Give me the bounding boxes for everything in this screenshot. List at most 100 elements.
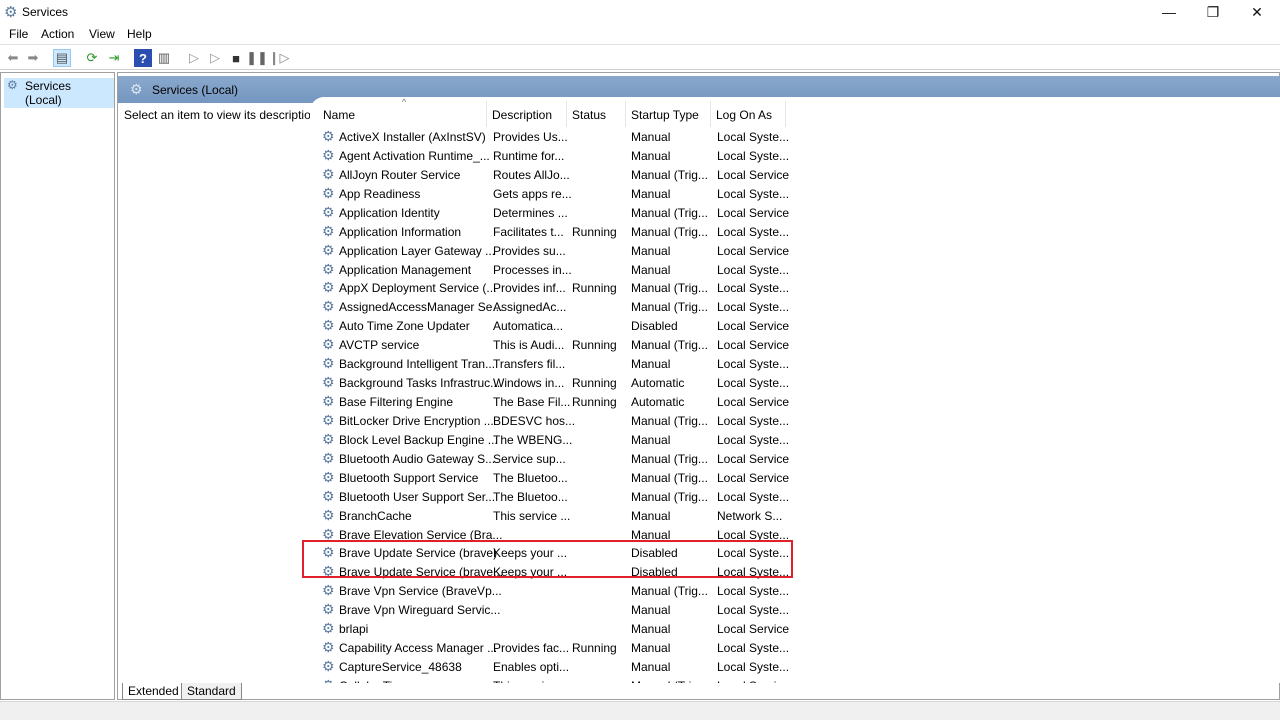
cell-description: Transfers fil... <box>493 357 566 372</box>
properties-icon[interactable]: ▥ <box>155 49 173 67</box>
gear-icon: ⚙ <box>130 81 143 97</box>
restart-icon[interactable]: ❙▷ <box>269 49 290 67</box>
column-header-description[interactable]: Description <box>487 101 567 127</box>
minimize-button[interactable]: — <box>1146 0 1192 24</box>
service-row[interactable]: ⚙ Bluetooth Support Service The Bluetoo...… <box>310 469 790 488</box>
service-row[interactable]: ⚙ Block Level Backup Engine ... The WBENG.… <box>310 431 790 450</box>
pause-icon[interactable]: ❚❚ <box>246 49 268 67</box>
service-gear-icon: ⚙ <box>322 658 335 675</box>
tab-standard[interactable]: Standard <box>181 683 242 700</box>
refresh-icon[interactable]: ⟳ <box>83 49 101 67</box>
cell-log-on-as: Local Service <box>717 451 790 466</box>
panel-title: Services (Local) <box>152 83 239 97</box>
service-row[interactable]: ⚙ AllJoyn Router Service Routes AllJo... Ma… <box>310 166 790 185</box>
cell-description: This is Audi... <box>493 338 565 353</box>
service-row[interactable]: ⚙ AppX Deployment Service (... Provides in… <box>310 279 790 298</box>
tab-extended[interactable]: Extended <box>122 683 185 700</box>
service-row[interactable]: ⚙ brlapi Manual Local Service <box>310 620 790 639</box>
column-header-log-on-as[interactable]: Log On As <box>711 101 786 127</box>
service-gear-icon: ⚙ <box>322 222 335 239</box>
menu-view[interactable]: View <box>89 27 115 41</box>
cell-description: Service sup... <box>493 451 566 466</box>
menu-help[interactable]: Help <box>127 27 152 41</box>
cell-log-on-as: Local Syste... <box>717 376 790 391</box>
service-gear-icon: ⚙ <box>322 639 335 656</box>
menu-action[interactable]: Action <box>41 27 74 41</box>
service-row[interactable]: ⚙ AssignedAccessManager Se... AssignedAc..… <box>310 298 790 317</box>
cell-name: Block Level Backup Engine ... <box>339 432 498 447</box>
stop-icon[interactable]: ■ <box>227 49 245 67</box>
start-alt-icon[interactable]: ▷ <box>206 49 224 67</box>
service-gear-icon: ⚙ <box>322 468 335 485</box>
cell-startup-type: Disabled <box>631 319 678 334</box>
cell-log-on-as: Local Service <box>717 243 790 258</box>
export-list-icon[interactable]: ⇥ <box>105 49 123 67</box>
restore-button[interactable]: ❐ <box>1190 0 1236 24</box>
service-row[interactable]: ⚙ Bluetooth User Support Ser... The Blueto… <box>310 488 790 507</box>
service-row[interactable]: ⚙ Application Information Facilitates t...… <box>310 223 790 242</box>
cell-status: Running <box>572 338 617 353</box>
service-row[interactable]: ⚙ ActiveX Installer (AxInstSV) Provides Us… <box>310 128 790 147</box>
menu-file[interactable]: File <box>9 27 28 41</box>
cell-log-on-as: Local Syste... <box>717 413 790 428</box>
title-bar: ⚙ Services — ❐ ✕ <box>0 0 1280 24</box>
cell-log-on-as: Network S... <box>717 508 783 523</box>
service-row[interactable]: ⚙ Background Tasks Infrastruc... Windows i… <box>310 374 790 393</box>
cell-description: Gets apps re... <box>493 186 572 201</box>
service-row[interactable]: ⚙ Background Intelligent Tran... Transfers… <box>310 355 790 374</box>
highlight-box <box>302 540 793 578</box>
cell-log-on-as: Local Syste... <box>717 489 790 504</box>
cell-name: Bluetooth Audio Gateway S... <box>339 451 496 466</box>
back-icon[interactable]: ⬅ <box>4 49 22 67</box>
service-row[interactable]: ⚙ Agent Activation Runtime_... Runtime for… <box>310 147 790 166</box>
tree-item-services-local[interactable]: ⚙ Services (Local) <box>4 78 114 108</box>
cell-startup-type: Manual <box>631 660 671 675</box>
service-row[interactable]: ⚙ Brave Vpn Wireguard Servic... Manual Loca… <box>310 601 790 620</box>
cell-startup-type: Manual (Trig... <box>631 205 708 220</box>
service-gear-icon: ⚙ <box>322 601 335 618</box>
service-row[interactable]: ⚙ AVCTP service This is Audi... Running Manu… <box>310 336 790 355</box>
close-button[interactable]: ✕ <box>1234 0 1280 24</box>
service-row[interactable]: ⚙ App Readiness Gets apps re... Manual Local… <box>310 185 790 204</box>
show-hide-console-tree-icon[interactable]: ▤ <box>53 49 71 67</box>
status-bar <box>0 701 1280 720</box>
cell-log-on-as: Local Syste... <box>717 603 790 618</box>
service-row[interactable]: ⚙ Application Identity Determines ... Manua… <box>310 204 790 223</box>
cell-startup-type: Manual (Trig... <box>631 281 708 296</box>
column-header-name[interactable]: Name ^ <box>318 97 487 127</box>
column-header-startup-type[interactable]: Startup Type <box>626 101 711 127</box>
cell-log-on-as: Local Syste... <box>717 262 790 277</box>
cell-description: The Bluetoo... <box>493 470 568 485</box>
view-tabs: Extended Standard <box>117 682 417 700</box>
service-row[interactable]: ⚙ Bluetooth Audio Gateway S... Service sup… <box>310 450 790 469</box>
tree-item-label: Services (Local) <box>25 79 72 107</box>
cell-startup-type: Manual (Trig... <box>631 338 708 353</box>
cell-description: BDESVC hos... <box>493 413 576 428</box>
service-row[interactable]: ⚙ BranchCache This service ... Manual Networ… <box>310 507 790 526</box>
service-row[interactable]: ⚙ Base Filtering Engine The Base Fil... Run… <box>310 393 790 412</box>
cell-log-on-as: Local Service <box>717 395 790 410</box>
cell-description: The WBENG... <box>493 432 573 447</box>
cell-log-on-as: Local Syste... <box>717 281 790 296</box>
column-header-status[interactable]: Status <box>567 101 626 127</box>
sort-ascending-icon: ^ <box>402 97 407 107</box>
services-list: Name ^ Description Status Startup Type Lo… <box>310 97 1280 683</box>
cell-name: App Readiness <box>339 186 421 201</box>
start-icon[interactable]: ▷ <box>185 49 203 67</box>
service-row[interactable]: ⚙ Application Management Processes in... Ma… <box>310 261 790 280</box>
help-icon[interactable]: ? <box>134 49 152 67</box>
cell-log-on-as: Local Syste... <box>717 224 790 239</box>
service-row[interactable]: ⚙ Application Layer Gateway ... Provides s… <box>310 242 790 261</box>
cell-log-on-as: Local Syste... <box>717 357 790 372</box>
service-row[interactable]: ⚙ Auto Time Zone Updater Automatica... Disa… <box>310 317 790 336</box>
cell-description: Provides inf... <box>493 281 566 296</box>
cell-status: Running <box>572 224 617 239</box>
cell-startup-type: Manual (Trig... <box>631 470 708 485</box>
forward-icon[interactable]: ➡ <box>24 49 42 67</box>
service-row[interactable]: ⚙ Brave Vpn Service (BraveVp... Manual (Tr… <box>310 582 790 601</box>
cell-name: Application Layer Gateway ... <box>339 243 496 258</box>
service-row[interactable]: ⚙ CaptureService_48638 Enables opti... Manu… <box>310 658 790 677</box>
service-row[interactable]: ⚙ Capability Access Manager ... Provides f… <box>310 639 790 658</box>
cell-startup-type: Automatic <box>631 395 685 410</box>
service-row[interactable]: ⚙ BitLocker Drive Encryption ... BDESVC ho… <box>310 412 790 431</box>
